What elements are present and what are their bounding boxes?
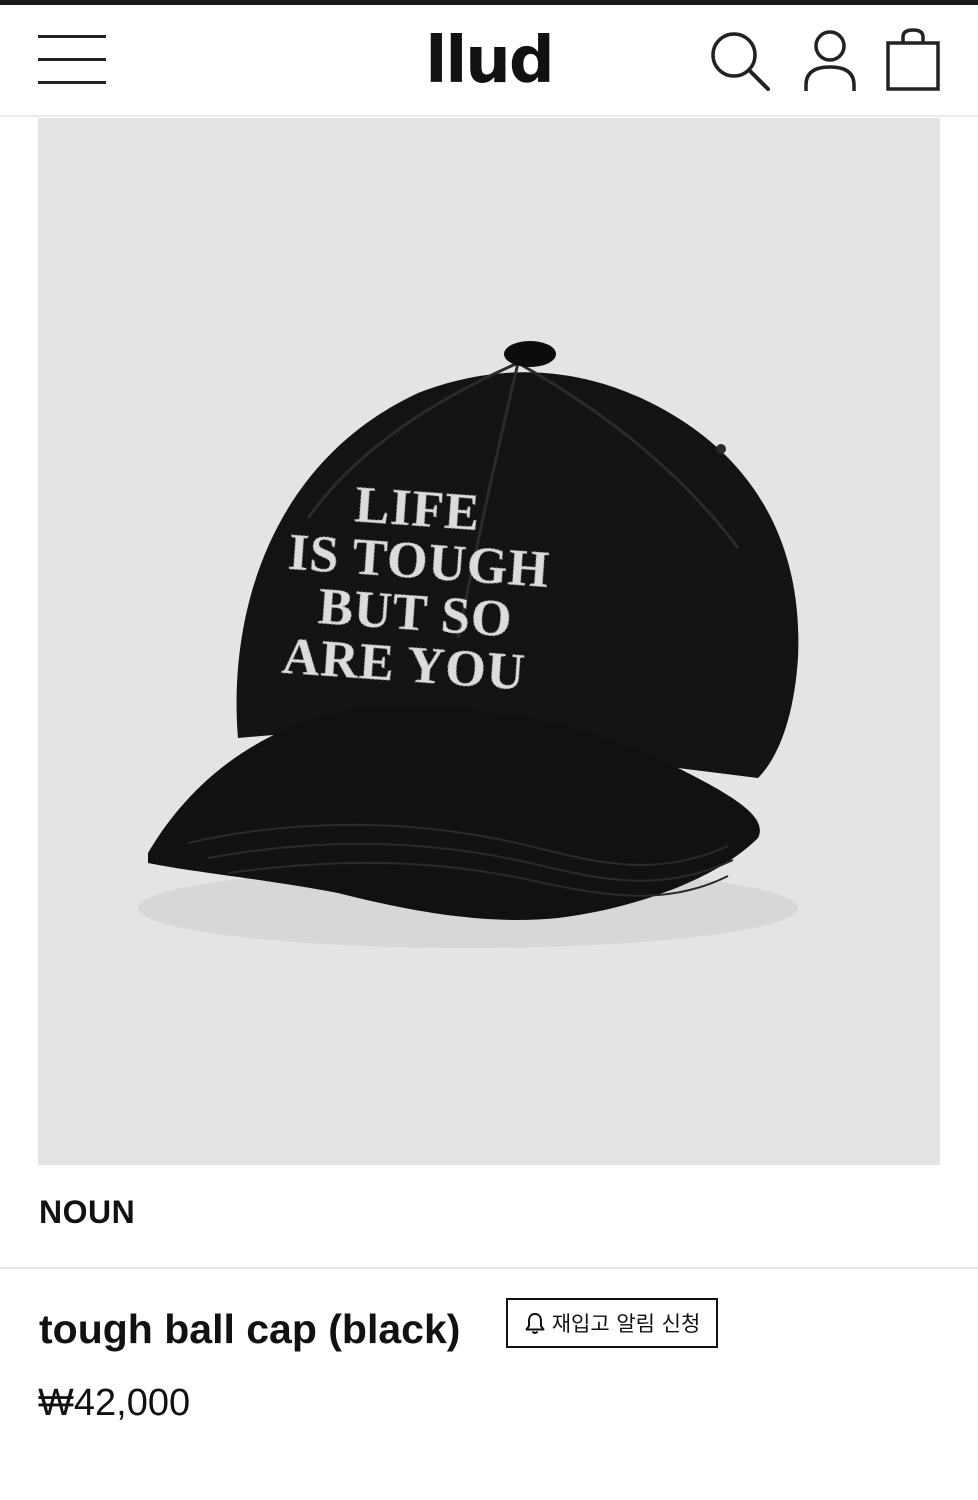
- bell-icon: [525, 1313, 545, 1334]
- search-icon: [711, 32, 770, 91]
- divider: [0, 1267, 978, 1269]
- menu-button[interactable]: [38, 33, 106, 89]
- cart-button[interactable]: [884, 27, 942, 93]
- cap-illustration: LIFE IS TOUGH BUT SO ARE YOU: [138, 341, 799, 948]
- user-icon: [804, 30, 856, 91]
- product-name: tough ball cap (black): [39, 1306, 461, 1352]
- site-header: llud: [0, 5, 978, 117]
- product-brand[interactable]: NOUN: [39, 1194, 135, 1231]
- site-logo[interactable]: llud: [389, 19, 589, 103]
- hamburger-menu-icon: [38, 35, 106, 84]
- account-button[interactable]: [800, 29, 860, 93]
- product-price: ₩42,000: [38, 1382, 191, 1424]
- product-image[interactable]: LIFE IS TOUGH BUT SO ARE YOU: [38, 118, 940, 1165]
- restock-alert-label: 재입고 알림 신청: [551, 1312, 701, 1336]
- shopping-bag-icon: [886, 28, 940, 91]
- restock-alert-button[interactable]: 재입고 알림 신청: [506, 1298, 718, 1348]
- search-button[interactable]: [708, 29, 772, 93]
